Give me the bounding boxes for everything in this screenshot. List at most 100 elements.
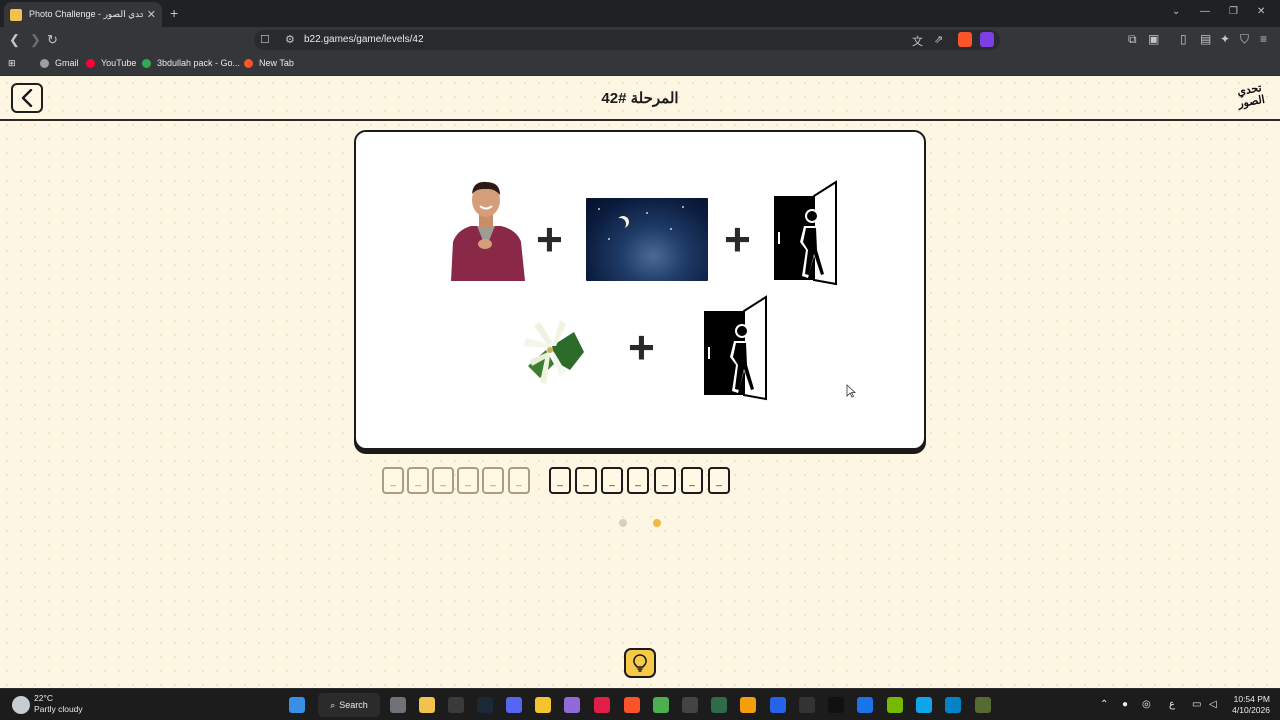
progress-dot[interactable] [619, 519, 627, 527]
url-text[interactable]: b22.games/game/levels/42 [304, 34, 424, 45]
minimize-button[interactable]: — [1200, 6, 1210, 17]
network-icon[interactable]: ▭ [1192, 699, 1201, 710]
answer-slot-word1[interactable]: _ [407, 467, 429, 494]
chrome-icon[interactable] [653, 697, 669, 713]
nvidia-icon[interactable] [887, 697, 903, 713]
app-lightning-icon[interactable] [740, 697, 756, 713]
lily-flower-image [524, 320, 584, 384]
plus-operator: + [536, 213, 563, 265]
app-clock-icon[interactable] [682, 697, 698, 713]
bookmark-new-tab[interactable]: New Tab [244, 58, 294, 68]
location-icon[interactable]: ◎ [1142, 699, 1151, 710]
vpn-icon[interactable]: ⛉ [1240, 32, 1249, 47]
lightbulb-icon [633, 654, 647, 672]
answer-slot-word1[interactable]: _ [457, 467, 479, 494]
star-icon [598, 208, 600, 210]
steam-icon[interactable] [477, 697, 493, 713]
epic-games-icon[interactable] [448, 697, 464, 713]
app-shield-icon[interactable] [857, 697, 873, 713]
new-tab-button[interactable]: + [170, 5, 178, 21]
apps-grid-icon[interactable]: ⊞ [8, 58, 16, 69]
bookmark-gmail[interactable]: Gmail [40, 58, 79, 68]
tab-photo-challenge[interactable]: Photo Challenge - لعبة تحدي الصور ✕ [4, 2, 162, 27]
answer-slot-word1[interactable]: _ [432, 467, 454, 494]
app-a-icon[interactable] [594, 697, 610, 713]
brave-taskbar-icon[interactable] [624, 697, 640, 713]
app-green-icon[interactable] [975, 697, 991, 713]
volume-icon[interactable]: ◁ [1209, 699, 1217, 710]
taskbar-search-button[interactable]: ⌕ Search [318, 693, 380, 717]
app-dark-icon[interactable] [799, 697, 815, 713]
leo-ai-icon[interactable]: ✦ [1220, 32, 1230, 46]
restore-button[interactable]: ❐ [1229, 6, 1238, 17]
google-drive-icon [142, 58, 151, 68]
back-arrow-icon[interactable]: ❮ [9, 32, 20, 48]
forward-arrow-icon[interactable]: ❯ [30, 32, 41, 48]
progress-dot-active[interactable] [653, 519, 661, 527]
game-logo[interactable]: تحدي الصور [1230, 81, 1273, 117]
system-clock[interactable]: 10:54 PM 4/10/2026 [1224, 694, 1270, 716]
answer-slot-word2[interactable]: _ [681, 467, 703, 494]
app-circle-icon[interactable] [564, 697, 580, 713]
excel-icon[interactable] [711, 697, 727, 713]
navigation-bar: ❮ ❯ ↻ ☐ ⚙ b22.games/game/levels/42 文 ⇗ ⧉… [0, 27, 1280, 53]
tab-search-chevron-icon[interactable]: ⌄ [1172, 6, 1180, 17]
partly-cloudy-icon [12, 696, 30, 714]
plus-operator: + [628, 321, 655, 373]
star-icon [608, 238, 610, 240]
answer-slot-word2[interactable]: _ [627, 467, 649, 494]
answer-slot-word2[interactable]: _ [708, 467, 730, 494]
person-exiting-door-image [704, 295, 767, 401]
translate-icon[interactable]: 文 [912, 33, 923, 49]
plus-operator: + [724, 213, 751, 265]
menu-icon[interactable]: ≡ [1260, 32, 1267, 46]
night-sky-moon-image [586, 198, 708, 281]
man-pointing-image [451, 181, 525, 281]
keyboard-language[interactable]: ع [1169, 699, 1175, 710]
puzzle-card: + + + [354, 130, 926, 450]
reload-icon[interactable]: ↻ [47, 32, 58, 48]
wallet-icon[interactable]: ▣ [1148, 32, 1159, 46]
brave-rewards-icon[interactable] [980, 32, 994, 47]
answer-slot-word1[interactable]: _ [508, 467, 530, 494]
windows-start-icon[interactable] [289, 697, 305, 713]
answer-slot-word2[interactable]: _ [654, 467, 676, 494]
app-r-icon[interactable] [535, 697, 551, 713]
bookmark-3bdullah-pack[interactable]: 3bdullah pack - Go... [142, 58, 240, 68]
tab-close-icon[interactable]: ✕ [147, 8, 156, 21]
close-window-button[interactable]: ✕ [1257, 6, 1265, 17]
star-icon [646, 212, 648, 214]
person-exiting-door-image [774, 180, 837, 286]
site-info-icon[interactable]: ⚙ [285, 33, 295, 46]
microphone-icon[interactable]: ● [1122, 699, 1128, 710]
task-view-icon[interactable] [390, 697, 406, 713]
app-blue-icon[interactable] [770, 697, 786, 713]
hint-button[interactable] [624, 648, 656, 678]
share-icon[interactable]: ⇗ [934, 33, 943, 46]
answer-slot-word1[interactable]: _ [382, 467, 404, 494]
extensions-icon[interactable]: ⧉ [1128, 32, 1137, 47]
bookmark-youtube[interactable]: YouTube [86, 58, 136, 68]
discord-icon[interactable] [506, 697, 522, 713]
star-icon [670, 228, 672, 230]
app-monitor-icon[interactable] [916, 697, 932, 713]
show-hidden-icons-chevron[interactable]: ⌃ [1100, 699, 1108, 710]
mouse-cursor-icon [846, 384, 856, 398]
photos-icon[interactable] [945, 697, 961, 713]
downloads-icon[interactable]: ▤ [1200, 32, 1211, 46]
address-bar[interactable]: ☐ ⚙ b22.games/game/levels/42 文 ⇗ [254, 30, 1000, 50]
weather-widget[interactable]: 22°C Partly cloudy [12, 693, 83, 715]
sidebar-icon[interactable]: ▯ [1180, 32, 1187, 46]
answer-slot-word2[interactable]: _ [601, 467, 623, 494]
brave-shields-icon[interactable] [958, 32, 972, 47]
gmail-icon [40, 58, 49, 68]
level-title: المرحلة #42 [601, 90, 679, 107]
answer-slot-word2[interactable]: _ [549, 467, 571, 494]
capcut-icon[interactable] [828, 697, 844, 713]
file-explorer-icon[interactable] [419, 697, 435, 713]
youtube-icon [86, 58, 95, 68]
bookmark-icon[interactable]: ☐ [260, 33, 270, 46]
answer-slot-word2[interactable]: _ [575, 467, 597, 494]
bookmarks-bar: ⊞ Gmail YouTube 3bdullah pack - Go... Ne… [0, 53, 1280, 76]
answer-slot-word1[interactable]: _ [482, 467, 504, 494]
